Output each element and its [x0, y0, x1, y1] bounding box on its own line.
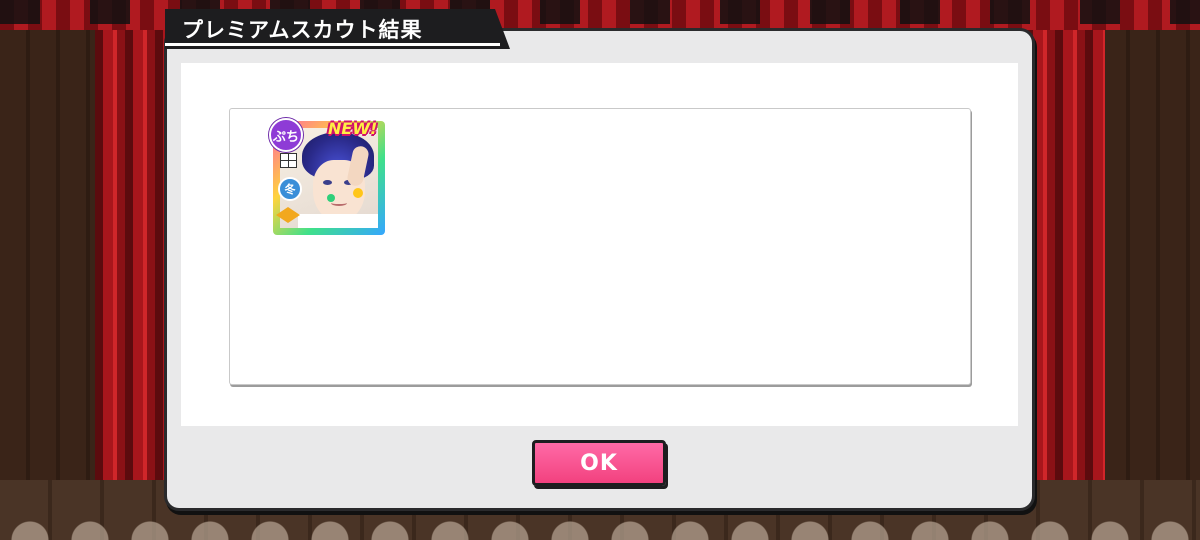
result-frame: ぷち NEW! 冬 [229, 108, 971, 385]
result-card[interactable]: ぷち NEW! 冬 [269, 118, 385, 235]
face-paint-yellow [353, 188, 363, 198]
grid-icon [280, 153, 297, 168]
dialog-content: ぷち NEW! 冬 [181, 63, 1018, 426]
eye-left [323, 180, 332, 185]
audience-silhouettes [0, 514, 1200, 540]
ok-button[interactable]: OK [532, 440, 666, 486]
character-collar [298, 214, 378, 228]
season-badge: 冬 [278, 177, 302, 201]
face-paint-green [327, 194, 335, 202]
scout-result-dialog: ぷち NEW! 冬 OK [167, 31, 1032, 508]
new-badge: NEW! [328, 119, 378, 138]
dialog-title: プレミアムスカウト結果 [182, 18, 423, 42]
type-badge: ぷち [269, 118, 303, 152]
